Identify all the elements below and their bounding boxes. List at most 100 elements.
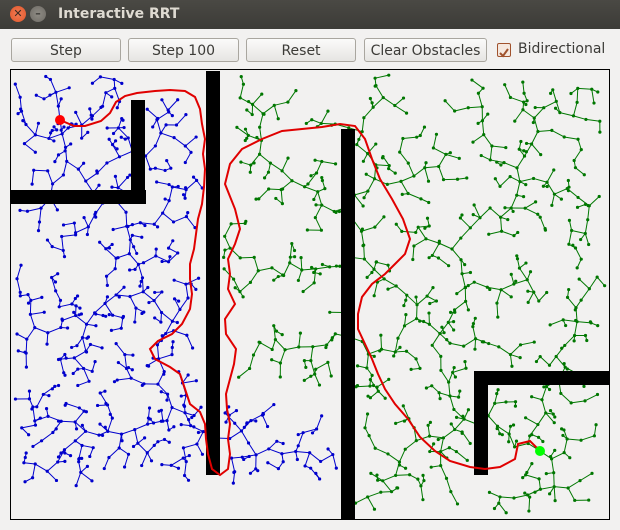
tree-node bbox=[521, 195, 526, 199]
tree-node bbox=[305, 228, 309, 232]
tree-node bbox=[401, 96, 406, 100]
tree-node bbox=[448, 151, 452, 155]
tree-node bbox=[74, 427, 79, 431]
tree-node bbox=[574, 318, 578, 323]
tree-node bbox=[286, 156, 290, 160]
tree-node bbox=[523, 491, 527, 495]
tree-node bbox=[42, 310, 46, 314]
tree-node bbox=[560, 346, 564, 350]
tree-node bbox=[80, 456, 84, 461]
tree-node bbox=[509, 272, 513, 276]
tree-node bbox=[369, 471, 373, 475]
tree-node bbox=[445, 338, 449, 342]
tree-node bbox=[414, 295, 418, 299]
tree-node bbox=[255, 135, 259, 140]
tree-node bbox=[471, 140, 475, 144]
tree-node bbox=[191, 175, 196, 179]
tree-node bbox=[103, 389, 107, 393]
tree-node bbox=[514, 279, 518, 283]
clear-obstacles-button[interactable]: Clear Obstacles bbox=[364, 38, 487, 62]
tree-node bbox=[86, 130, 90, 134]
tree-node bbox=[518, 356, 522, 360]
tree-node bbox=[56, 357, 61, 362]
tree-node bbox=[222, 255, 226, 259]
tree-node bbox=[394, 222, 398, 226]
tree-node bbox=[140, 235, 144, 239]
step-100-button[interactable]: Step 100 bbox=[128, 38, 239, 62]
tree-node bbox=[393, 171, 397, 175]
tree-node bbox=[312, 197, 316, 202]
tree-node bbox=[56, 455, 61, 459]
tree-node bbox=[171, 340, 175, 344]
tree-node bbox=[75, 294, 80, 298]
tree-node bbox=[457, 156, 461, 160]
close-icon[interactable]: ✕ bbox=[10, 6, 26, 22]
bidirectional-checkbox[interactable] bbox=[497, 43, 511, 58]
tree-node bbox=[387, 73, 391, 77]
tree-node bbox=[400, 192, 404, 197]
tree-node bbox=[443, 99, 447, 103]
tree-node bbox=[52, 139, 56, 143]
tree-node bbox=[548, 409, 553, 413]
tree-node bbox=[292, 255, 297, 259]
tree-node bbox=[472, 203, 476, 207]
tree-node bbox=[594, 423, 598, 427]
tree-node bbox=[466, 308, 470, 312]
tree-node bbox=[74, 110, 78, 114]
tree-node bbox=[24, 451, 28, 455]
tree-node bbox=[552, 168, 556, 172]
tree-node bbox=[278, 375, 282, 379]
goal-node[interactable] bbox=[535, 446, 545, 456]
tree-node bbox=[366, 394, 370, 398]
tree-node bbox=[542, 385, 546, 389]
tree-node bbox=[562, 362, 566, 366]
tree-node bbox=[530, 462, 534, 466]
tree-node bbox=[64, 356, 68, 360]
tree-node bbox=[94, 324, 98, 328]
tree-node bbox=[362, 196, 366, 200]
tree-node bbox=[473, 316, 477, 320]
tree-node bbox=[374, 142, 378, 146]
tree-node bbox=[54, 478, 59, 483]
tree-node bbox=[421, 498, 425, 502]
tree-node bbox=[564, 323, 568, 328]
tree-node bbox=[573, 308, 577, 312]
tree-node bbox=[160, 259, 164, 264]
tree-node bbox=[533, 105, 537, 110]
tree-node bbox=[427, 200, 431, 205]
tree-node bbox=[117, 295, 121, 299]
tree-node bbox=[140, 383, 144, 387]
tree-node bbox=[521, 476, 525, 480]
rrt-canvas[interactable] bbox=[10, 69, 610, 520]
tree-node bbox=[598, 130, 602, 134]
tree-node bbox=[135, 251, 139, 256]
tree-node bbox=[503, 83, 507, 87]
step-button[interactable]: Step bbox=[11, 38, 121, 62]
reset-button[interactable]: Reset bbox=[246, 38, 356, 62]
tree-node bbox=[394, 421, 398, 425]
tree-node bbox=[507, 440, 511, 444]
tree-node bbox=[143, 436, 147, 440]
tree-node bbox=[567, 218, 572, 222]
tree-node bbox=[95, 169, 99, 173]
start-node[interactable] bbox=[55, 115, 65, 125]
tree-node bbox=[167, 440, 171, 444]
tree-node bbox=[121, 314, 126, 319]
tree-node bbox=[579, 237, 583, 242]
tree-node bbox=[553, 415, 557, 419]
tree-node bbox=[465, 458, 469, 462]
tree-node bbox=[379, 333, 383, 337]
tree-node bbox=[317, 383, 322, 387]
tree-node bbox=[504, 145, 508, 150]
tree-node bbox=[199, 405, 203, 409]
tree-node bbox=[304, 121, 308, 126]
tree-node bbox=[79, 312, 83, 316]
tree-node bbox=[534, 359, 539, 364]
tree-edge bbox=[395, 474, 410, 476]
bidirectional-label[interactable]: Bidirectional bbox=[518, 41, 605, 57]
tree-node bbox=[200, 452, 205, 456]
minimize-icon[interactable]: – bbox=[30, 6, 46, 22]
tree-node bbox=[603, 284, 607, 288]
tree-node bbox=[90, 479, 94, 483]
tree-node bbox=[515, 257, 520, 261]
